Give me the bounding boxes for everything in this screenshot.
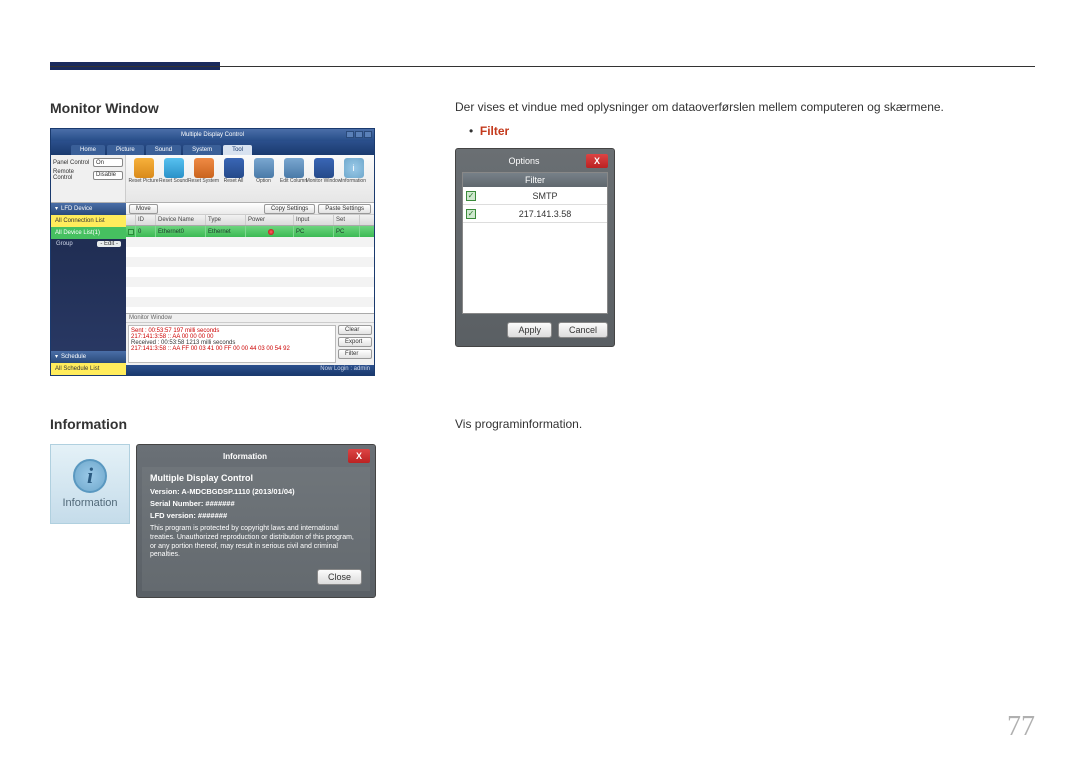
filter-apply-button[interactable]: Apply bbox=[507, 322, 552, 338]
sidebar-lfd-device-header[interactable]: ▾LFD Device bbox=[51, 203, 126, 215]
info-serial: Serial Number: ####### bbox=[150, 499, 362, 508]
filter-empty-rows bbox=[463, 223, 607, 313]
app-toolbar: Panel Control On Remote Control Disable … bbox=[51, 155, 374, 203]
sidebar-all-device-list[interactable]: All Device List(1) bbox=[51, 227, 126, 239]
col-device-name[interactable]: Device Name bbox=[156, 215, 206, 225]
filter-row-smtp[interactable]: ✓ SMTP bbox=[463, 187, 607, 205]
remote-control-label: Remote Control bbox=[53, 169, 90, 181]
options-dialog-title: Options bbox=[462, 156, 586, 166]
edit-column-button[interactable]: Edit Column bbox=[280, 158, 307, 199]
col-id[interactable]: ID bbox=[136, 215, 156, 225]
info-close-button[interactable]: Close bbox=[317, 569, 362, 585]
toolbar-icons: Reset Picture Reset Sound Reset System R… bbox=[126, 155, 374, 202]
col-set[interactable]: Set bbox=[334, 215, 360, 225]
information-tile-label: Information bbox=[62, 497, 117, 509]
left-column: Monitor Window Multiple Display Control … bbox=[50, 100, 390, 598]
info-version: Version: A-MDCBGDSP.1110 (2013/01/04) bbox=[150, 487, 362, 496]
information-tile-button[interactable]: i Information bbox=[50, 444, 130, 524]
monitor-filter-button[interactable]: Filter bbox=[338, 349, 372, 359]
tab-system[interactable]: System bbox=[183, 145, 221, 155]
monitor-pane-title: Monitor Window bbox=[126, 314, 374, 323]
filter-column-header: Filter bbox=[463, 173, 607, 187]
sidebar-schedule-header[interactable]: ▾Schedule bbox=[51, 351, 126, 363]
sidebar-all-connection-list[interactable]: All Connection List bbox=[51, 215, 126, 227]
tab-picture[interactable]: Picture bbox=[107, 145, 144, 155]
options-close-button[interactable]: X bbox=[586, 154, 608, 168]
info-dialog-close-button[interactable]: X bbox=[348, 449, 370, 463]
information-dialog: Information X Multiple Display Control V… bbox=[136, 444, 376, 598]
app-tabs: Home Picture Sound System Tool bbox=[51, 141, 374, 155]
window-maximize-icon[interactable] bbox=[355, 131, 363, 138]
move-button[interactable]: Move bbox=[129, 204, 158, 214]
panel-control-label: Panel Control bbox=[53, 160, 90, 166]
monitor-export-button[interactable]: Export bbox=[338, 337, 372, 347]
tab-sound[interactable]: Sound bbox=[146, 145, 181, 155]
row-checkbox[interactable] bbox=[128, 229, 134, 235]
information-button[interactable]: iInformation bbox=[340, 158, 367, 199]
window-minimize-icon[interactable] bbox=[346, 131, 354, 138]
device-grid-header: ID Device Name Type Power Input Set bbox=[126, 215, 374, 226]
option-button[interactable]: Option bbox=[250, 158, 277, 199]
device-grid-row[interactable]: 0 Ethernet0 Ethernet PC PC bbox=[126, 226, 374, 237]
monitor-log-area: Sent : 00:53:57 197 milli seconds 217:14… bbox=[128, 325, 336, 363]
sidebar-edit-button[interactable]: - Edit - bbox=[97, 241, 121, 247]
reset-picture-button[interactable]: Reset Picture bbox=[130, 158, 157, 199]
col-input[interactable]: Input bbox=[294, 215, 334, 225]
toolbar-panel-controls: Panel Control On Remote Control Disable bbox=[51, 155, 126, 202]
col-power[interactable]: Power bbox=[246, 215, 294, 225]
window-close-icon[interactable] bbox=[364, 131, 372, 138]
monitor-clear-button[interactable]: Clear bbox=[338, 325, 372, 335]
filter-row-ip[interactable]: ✓ 217.141.3.58 bbox=[463, 205, 607, 223]
right-column: Der vises et vindue med oplysninger om d… bbox=[455, 100, 1025, 441]
filter-cancel-button[interactable]: Cancel bbox=[558, 322, 608, 338]
sidebar-group-item[interactable]: Group - Edit - bbox=[51, 239, 126, 249]
reset-all-button[interactable]: Reset All bbox=[220, 158, 247, 199]
information-description: Vis programinformation. bbox=[455, 417, 1025, 431]
paste-settings-button[interactable]: Paste Settings bbox=[318, 204, 371, 214]
copy-settings-button[interactable]: Copy Settings bbox=[264, 204, 315, 214]
power-off-indicator-icon bbox=[268, 229, 274, 235]
mdc-app-window: Multiple Display Control Home Picture So… bbox=[50, 128, 375, 376]
reset-sound-button[interactable]: Reset Sound bbox=[160, 158, 187, 199]
info-dialog-title: Information bbox=[142, 452, 348, 461]
sidebar-all-schedule-list[interactable]: All Schedule List bbox=[51, 363, 126, 375]
col-type[interactable]: Type bbox=[206, 215, 246, 225]
information-icon: i bbox=[73, 459, 107, 493]
filter-row-ip-checkbox[interactable]: ✓ bbox=[466, 209, 476, 219]
page-number: 77 bbox=[1007, 711, 1035, 743]
monitor-window-button[interactable]: Monitor Window bbox=[310, 158, 337, 199]
filter-table: Filter ✓ SMTP ✓ 217.141.3.58 bbox=[462, 172, 608, 314]
filter-options-dialog: Options X Filter ✓ SMTP ✓ 217.141.3.58 A… bbox=[455, 148, 615, 347]
information-heading: Information bbox=[50, 416, 390, 432]
info-legal-text: This program is protected by copyright l… bbox=[150, 525, 362, 560]
reset-system-button[interactable]: Reset System bbox=[190, 158, 217, 199]
remote-control-dropdown[interactable]: Disable bbox=[93, 171, 123, 180]
monitor-window-heading: Monitor Window bbox=[50, 100, 390, 116]
app-sidebar: ▾LFD Device All Connection List All Devi… bbox=[51, 203, 126, 375]
monitor-window-description: Der vises et vindue med oplysninger om d… bbox=[455, 100, 1025, 114]
tab-home[interactable]: Home bbox=[71, 145, 105, 155]
header-divider-line bbox=[50, 66, 1035, 67]
filter-row-smtp-checkbox[interactable]: ✓ bbox=[466, 191, 476, 201]
filter-bullet: • Filter bbox=[469, 124, 1025, 138]
app-titlebar: Multiple Display Control bbox=[51, 129, 374, 141]
monitor-window-pane: Monitor Window Sent : 00:53:57 197 milli… bbox=[126, 313, 374, 365]
app-status-bar: Now Login : admin bbox=[126, 365, 374, 375]
app-title-text: Multiple Display Control bbox=[181, 132, 244, 138]
panel-control-dropdown[interactable]: On bbox=[93, 158, 123, 167]
info-app-name: Multiple Display Control bbox=[150, 473, 362, 483]
device-grid-empty-rows bbox=[126, 237, 374, 313]
grid-actions-row: Move Copy Settings Paste Settings bbox=[126, 203, 374, 215]
app-main-area: Move Copy Settings Paste Settings ID Dev… bbox=[126, 203, 374, 375]
tab-tool[interactable]: Tool bbox=[223, 145, 252, 155]
info-lfd-version: LFD version: ####### bbox=[150, 511, 362, 520]
